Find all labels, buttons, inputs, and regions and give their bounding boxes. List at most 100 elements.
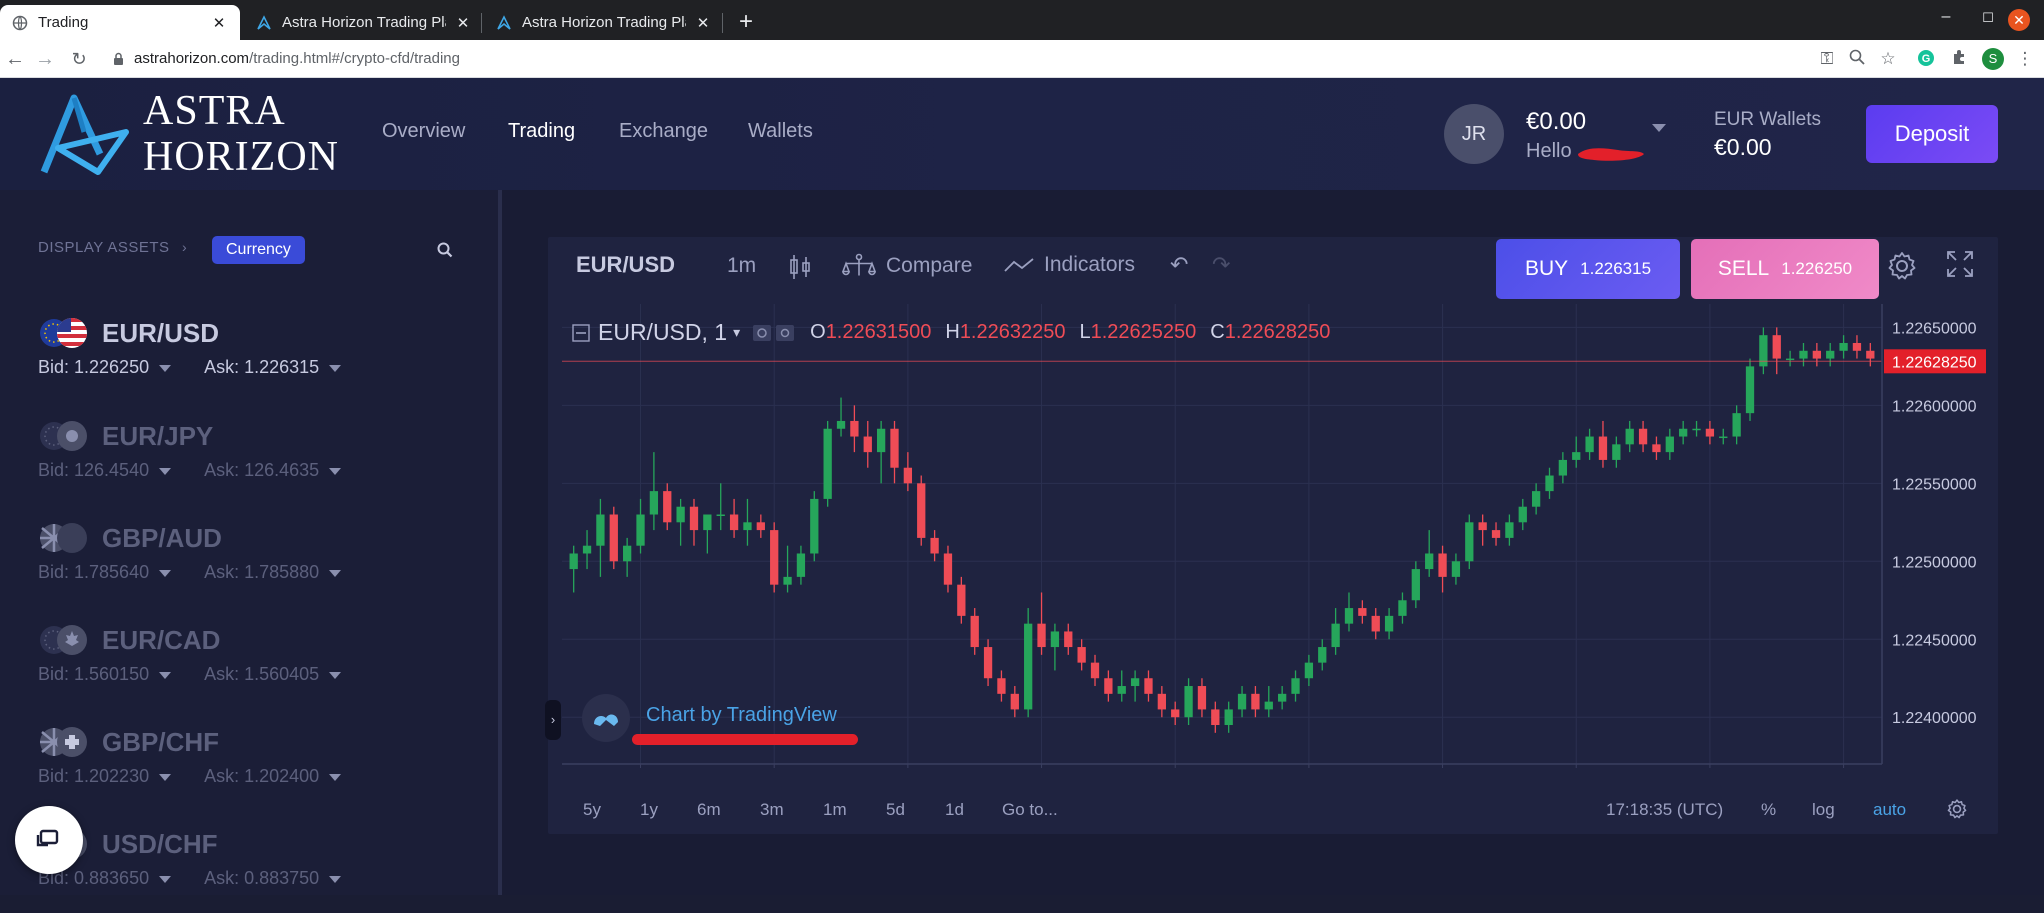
range-1m[interactable]: 1m bbox=[823, 800, 847, 820]
buy-button[interactable]: BUY 1.226315 bbox=[1496, 239, 1680, 299]
go-to-date-button[interactable]: Go to... bbox=[1002, 800, 1058, 820]
astra-logo-icon[interactable] bbox=[40, 92, 132, 181]
sell-label: SELL bbox=[1717, 257, 1770, 280]
auto-scale-toggle[interactable]: auto bbox=[1873, 800, 1906, 820]
browser-tab-trading[interactable]: Trading ✕ bbox=[0, 5, 240, 40]
price-tick-label: 1.22450000 bbox=[1892, 632, 1977, 649]
caret-down-icon[interactable] bbox=[329, 569, 342, 577]
time-readout[interactable]: 17:18:35 (UTC) bbox=[1606, 800, 1723, 820]
maximize-icon[interactable]: ☐ bbox=[1976, 10, 2000, 26]
percent-scale-toggle[interactable]: % bbox=[1761, 800, 1776, 820]
caret-down-icon[interactable] bbox=[329, 773, 342, 781]
profile-avatar[interactable]: S bbox=[1982, 48, 2004, 70]
browser-tab-astra-1[interactable]: Astra Horizon Trading Pla ✕ bbox=[244, 5, 484, 40]
close-tab-icon[interactable]: ✕ bbox=[210, 14, 228, 32]
grammarly-icon[interactable]: G bbox=[1915, 49, 1937, 72]
asset-row-eur-jpy[interactable]: EUR/JPY Bid: 126.4540 Ask: 126.4635 bbox=[38, 415, 478, 505]
forward-icon[interactable]: → bbox=[33, 47, 57, 71]
minimize-icon[interactable]: – bbox=[1934, 8, 1958, 26]
deposit-button[interactable]: Deposit bbox=[1866, 105, 1998, 163]
close-tab-icon[interactable]: ✕ bbox=[694, 14, 712, 32]
sell-button[interactable]: SELL 1.226250 bbox=[1691, 239, 1879, 299]
candle-body bbox=[1398, 600, 1407, 616]
extensions-icon[interactable] bbox=[1948, 49, 1970, 70]
caret-down-icon[interactable] bbox=[159, 569, 172, 577]
nav-exchange[interactable]: Exchange bbox=[619, 120, 708, 143]
undo-icon[interactable]: ↶ bbox=[1170, 252, 1188, 278]
candle-body bbox=[810, 498, 819, 554]
user-avatar[interactable]: JR bbox=[1444, 104, 1504, 164]
indicators-button[interactable]: Indicators bbox=[1004, 253, 1135, 277]
caret-down-icon[interactable] bbox=[159, 671, 172, 679]
new-tab-icon[interactable]: + bbox=[732, 8, 760, 36]
candle-body bbox=[1638, 428, 1648, 445]
compare-button[interactable]: Compare bbox=[842, 253, 972, 279]
fullscreen-icon[interactable] bbox=[1946, 250, 1974, 283]
browser-tab-astra-2[interactable]: Astra Horizon Trading Pla ✕ bbox=[484, 5, 724, 40]
range-3m[interactable]: 3m bbox=[760, 800, 784, 820]
chart-settings-gear-icon[interactable] bbox=[1886, 250, 1918, 287]
url-host: astrahorizon.com bbox=[134, 50, 250, 67]
asset-row-eur-cad[interactable]: EUR/CAD Bid: 1.560150 Ask: 1.560405 bbox=[38, 619, 478, 709]
ask-value: Ask: 1.560405 bbox=[204, 664, 320, 684]
legend-visibility-icons[interactable] bbox=[752, 323, 796, 343]
caret-down-icon[interactable] bbox=[329, 467, 342, 475]
key-icon[interactable]: ⚿ bbox=[1816, 49, 1838, 69]
asset-row-gbp-chf[interactable]: GBP/CHF Bid: 1.202230 Ask: 1.202400 bbox=[38, 721, 478, 811]
chat-launcher-button[interactable] bbox=[15, 806, 83, 874]
filter-chip-currency[interactable]: Currency bbox=[212, 236, 305, 264]
chart-sidebar-toggle[interactable]: › bbox=[545, 700, 561, 740]
breadcrumb-display-assets[interactable]: DISPLAY ASSETS bbox=[38, 239, 170, 256]
nav-trading[interactable]: Trading bbox=[508, 120, 575, 143]
caret-down-icon[interactable] bbox=[159, 467, 172, 475]
back-icon[interactable]: ← bbox=[3, 47, 27, 71]
lock-icon[interactable] bbox=[113, 52, 124, 71]
zoom-icon[interactable] bbox=[1846, 49, 1868, 70]
caret-down-icon[interactable] bbox=[329, 671, 342, 679]
bookmark-star-icon[interactable]: ☆ bbox=[1877, 49, 1899, 69]
range-5y[interactable]: 5y bbox=[583, 800, 601, 820]
brand-wordmark[interactable]: ASTRA HORIZON bbox=[143, 88, 339, 180]
asset-row-eur-usd[interactable]: EUR/USD Bid: 1.226250 Ask: 1.226315 bbox=[38, 312, 478, 402]
nav-wallets[interactable]: Wallets bbox=[748, 120, 813, 143]
symbol-selector[interactable]: EUR/USD bbox=[576, 252, 675, 278]
range-5d[interactable]: 5d bbox=[886, 800, 905, 820]
candlestick-chart[interactable]: 1.22650000 1.22600000 1.22550000 1.22500000… bbox=[562, 304, 1988, 768]
caret-down-icon[interactable] bbox=[329, 364, 342, 372]
candle-body bbox=[1465, 522, 1474, 562]
url-field[interactable]: astrahorizon.com/trading.html#/crypto-cf… bbox=[134, 50, 460, 67]
legend-dropdown-icon[interactable]: ▾ bbox=[733, 324, 740, 341]
collapse-legend-icon[interactable] bbox=[572, 323, 590, 342]
candle-body bbox=[689, 506, 699, 531]
candle-body bbox=[1558, 459, 1568, 476]
caret-down-icon[interactable] bbox=[329, 875, 342, 883]
caret-down-icon[interactable] bbox=[159, 364, 172, 372]
close-tab-icon[interactable]: ✕ bbox=[454, 14, 472, 32]
nav-overview[interactable]: Overview bbox=[382, 120, 465, 143]
close-window-icon[interactable]: ✕ bbox=[2008, 9, 2030, 31]
candle-body bbox=[1331, 623, 1340, 648]
tradingview-logo-icon[interactable] bbox=[582, 694, 630, 742]
candle-body bbox=[1545, 475, 1554, 492]
redo-icon[interactable]: ↷ bbox=[1212, 252, 1230, 278]
caret-down-icon[interactable] bbox=[159, 773, 172, 781]
asset-row-usd-chf[interactable]: USD/CHF Bid: 0.883650 Ask: 0.883750 bbox=[38, 823, 478, 913]
search-icon[interactable] bbox=[437, 242, 453, 263]
timeframe-selector[interactable]: 1m bbox=[727, 254, 756, 278]
legend-symbol[interactable]: EUR/USD, 1 bbox=[598, 319, 727, 346]
caret-down-icon[interactable] bbox=[159, 875, 172, 883]
log-scale-toggle[interactable]: log bbox=[1812, 800, 1835, 820]
range-1y[interactable]: 1y bbox=[640, 800, 658, 820]
price-tick-label: 1.22550000 bbox=[1892, 476, 1977, 493]
reload-icon[interactable]: ↻ bbox=[67, 47, 91, 71]
candle-body bbox=[876, 428, 886, 453]
candle-body bbox=[1358, 608, 1367, 616]
range-1d[interactable]: 1d bbox=[945, 800, 964, 820]
tradingview-attribution-link[interactable]: Chart by TradingView bbox=[646, 704, 837, 727]
range-6m[interactable]: 6m bbox=[697, 800, 721, 820]
candle-type-button[interactable] bbox=[789, 253, 821, 281]
scale-settings-gear-icon[interactable] bbox=[1946, 798, 1968, 825]
asset-row-gbp-aud[interactable]: GBP/AUD Bid: 1.785640 Ask: 1.785880 bbox=[38, 517, 478, 607]
account-dropdown-icon[interactable] bbox=[1652, 124, 1666, 132]
menu-kebab-icon[interactable]: ⋮ bbox=[2014, 49, 2036, 69]
